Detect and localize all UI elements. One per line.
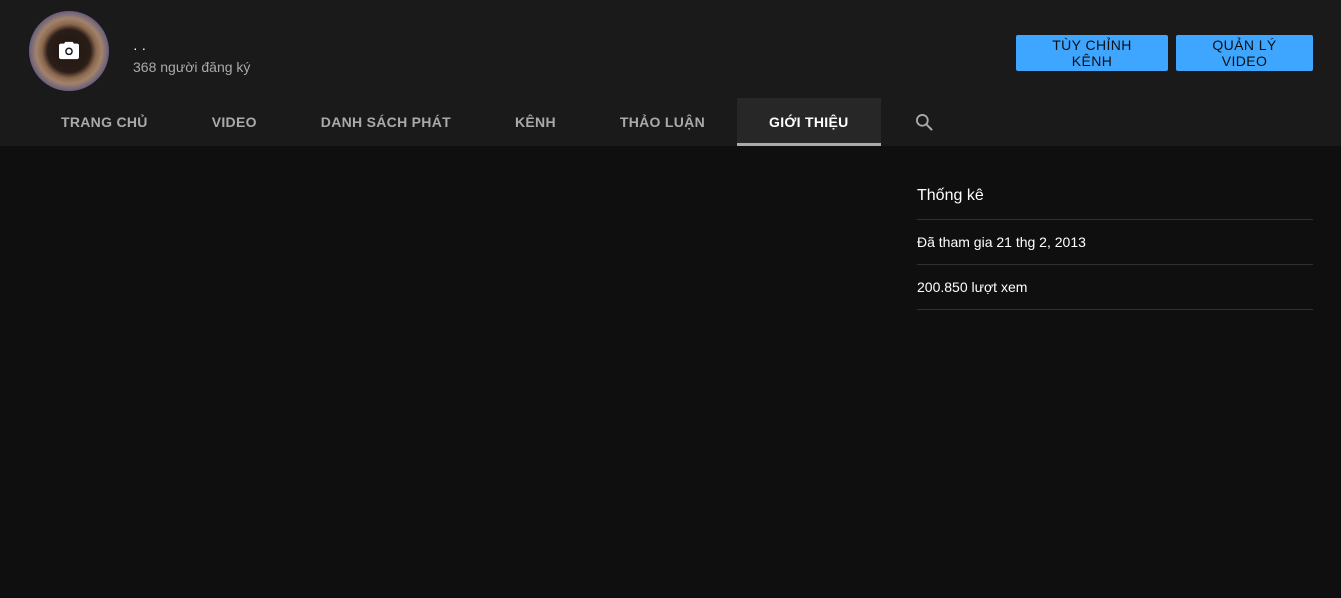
- channel-name: · ·: [133, 40, 147, 56]
- tab-videos[interactable]: VIDEO: [180, 98, 289, 146]
- tab-home[interactable]: TRANG CHỦ: [29, 98, 180, 146]
- customize-channel-button[interactable]: TÙY CHỈNH KÊNH: [1016, 35, 1168, 71]
- tab-channels[interactable]: KÊNH: [483, 98, 588, 146]
- channel-header: · · 368 người đăng ký TÙY CHỈNH KÊNH QUẢ…: [0, 0, 1341, 146]
- subscriber-count: 368 người đăng ký: [133, 59, 251, 75]
- tab-search-button[interactable]: [881, 98, 967, 146]
- stats-panel: Thống kê Đã tham gia 21 thg 2, 2013 200.…: [917, 176, 1313, 310]
- tab-about[interactable]: GIỚI THIỆU: [737, 98, 881, 146]
- tab-playlists[interactable]: DANH SÁCH PHÁT: [289, 98, 483, 146]
- manage-videos-button[interactable]: QUẢN LÝ VIDEO: [1176, 35, 1313, 71]
- channel-avatar[interactable]: [29, 11, 109, 91]
- search-icon: [915, 114, 933, 131]
- joined-date: Đã tham gia 21 thg 2, 2013: [917, 220, 1313, 265]
- camera-icon: [59, 41, 79, 60]
- stats-title: Thống kê: [917, 176, 1313, 220]
- tab-discussion[interactable]: THẢO LUẬN: [588, 98, 737, 146]
- channel-tabs: TRANG CHỦ VIDEO DANH SÁCH PHÁT KÊNH THẢO…: [29, 98, 967, 146]
- view-count: 200.850 lượt xem: [917, 265, 1313, 310]
